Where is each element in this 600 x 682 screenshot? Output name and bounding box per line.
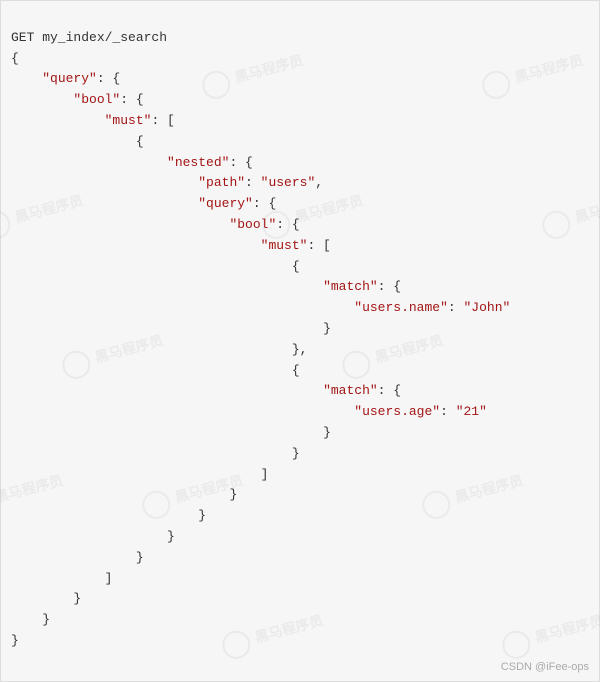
code-line: GET my_index/_search bbox=[11, 30, 167, 45]
json-key: "users.age" bbox=[354, 404, 440, 419]
json-string: "John" bbox=[464, 300, 511, 315]
json-key: "match" bbox=[323, 383, 378, 398]
footer-attribution: CSDN @iFee-ops bbox=[501, 659, 589, 677]
json-key: "match" bbox=[323, 279, 378, 294]
code-line: { bbox=[11, 51, 19, 66]
json-key: "bool" bbox=[229, 217, 276, 232]
json-key: "path" bbox=[198, 175, 245, 190]
json-key: "bool" bbox=[73, 92, 120, 107]
json-key: "query" bbox=[198, 196, 253, 211]
json-key: "must" bbox=[105, 113, 152, 128]
json-key: "query" bbox=[42, 71, 97, 86]
code-block: GET my_index/_search { "query": { "bool"… bbox=[11, 7, 589, 652]
json-key: "users.name" bbox=[354, 300, 448, 315]
json-key: "nested" bbox=[167, 155, 229, 170]
json-string: "21" bbox=[456, 404, 487, 419]
json-key: "must" bbox=[261, 238, 308, 253]
json-string: "users" bbox=[261, 175, 316, 190]
